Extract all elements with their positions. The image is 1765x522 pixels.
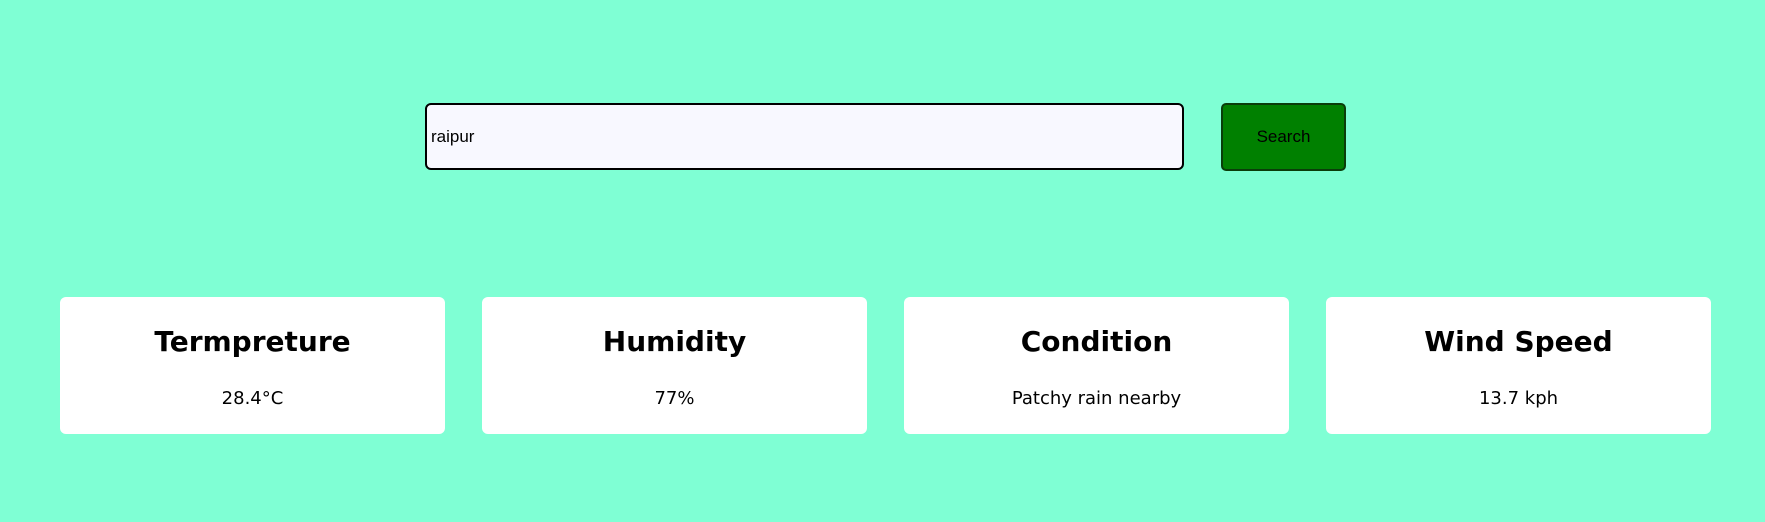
- card-title: Humidity: [602, 325, 747, 358]
- card-title: Condition: [1020, 325, 1173, 358]
- temperature-card: Termpreture 28.4°C: [60, 297, 445, 434]
- search-bar: Search: [425, 103, 1346, 172]
- wind-speed-card: Wind Speed 13.7 kph: [1326, 297, 1711, 434]
- humidity-card: Humidity 77%: [482, 297, 867, 434]
- weather-app: Search Termpreture 28.4°C Humidity 77% C…: [0, 0, 1765, 522]
- humidity-value: 77%: [654, 388, 695, 409]
- condition-value: Patchy rain nearby: [1011, 388, 1182, 409]
- condition-card: Condition Patchy rain nearby: [904, 297, 1289, 434]
- weather-cards: Termpreture 28.4°C Humidity 77% Conditio…: [60, 297, 1712, 434]
- city-search-input[interactable]: [425, 103, 1184, 170]
- wind-speed-value: 13.7 kph: [1478, 388, 1559, 409]
- card-title: Wind Speed: [1424, 325, 1613, 358]
- temperature-value: 28.4°C: [221, 388, 284, 409]
- search-button[interactable]: Search: [1221, 103, 1346, 171]
- card-title: Termpreture: [154, 325, 351, 358]
